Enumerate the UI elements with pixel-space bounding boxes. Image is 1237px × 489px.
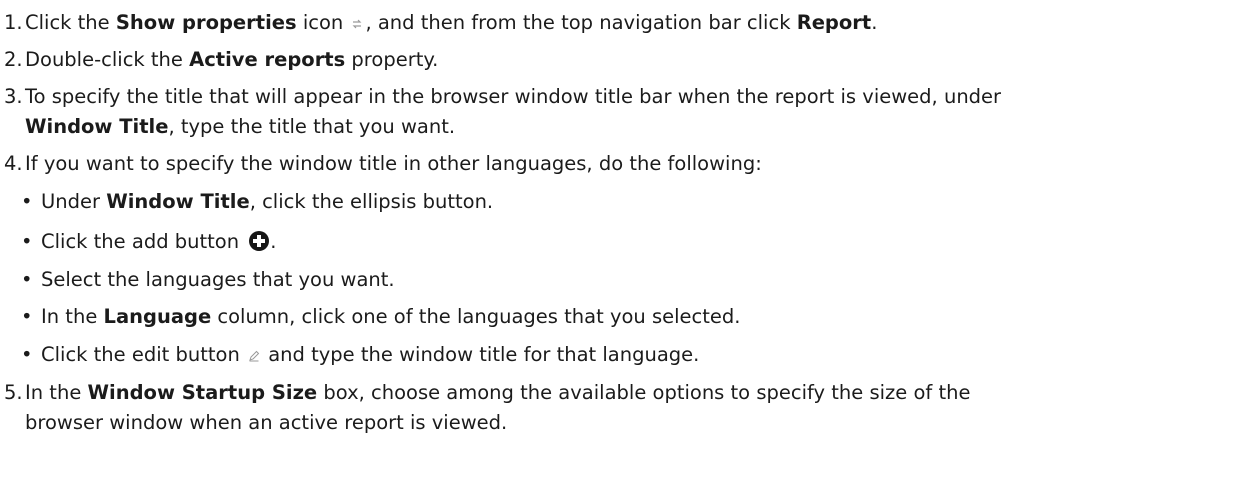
step-text: .: [871, 11, 878, 34]
substep-text: In the: [41, 305, 104, 328]
step-number: 3.: [4, 85, 23, 108]
step-3: 3. To specify the title that will appear …: [4, 82, 1229, 142]
ui-term-report: Report: [796, 11, 872, 34]
ui-term-show-properties: Show properties: [115, 11, 297, 34]
step-text: icon: [296, 11, 350, 34]
step-1: 1. Click the Show properties icon , and t…: [4, 8, 1229, 38]
step-text: Double-click the: [25, 48, 190, 71]
step-2: 2. Double-click the Active reports proper…: [4, 45, 1229, 75]
substep-1: • Under Window Title, click the ellipsis …: [21, 187, 493, 217]
substep-text: Select the languages that you want.: [41, 268, 395, 291]
step-number: 2.: [4, 48, 23, 71]
show-properties-icon: [353, 19, 362, 29]
substep-text: Click the edit button: [41, 343, 247, 366]
step-4: 4. If you want to specify the window titl…: [4, 149, 1229, 179]
step-number: 1.: [4, 11, 23, 34]
substep-5: • Click the edit button and type the wind…: [21, 340, 699, 370]
substep-text: Under: [41, 190, 107, 213]
step-5: 5. In the Window Startup Size box, choose…: [4, 378, 1229, 438]
bullet: •: [21, 305, 33, 328]
step-text: property.: [345, 48, 439, 71]
bullet: •: [21, 190, 33, 213]
bullet: •: [21, 343, 33, 366]
ui-term-window-title: Window Title: [25, 115, 169, 138]
ui-term-language: Language: [103, 305, 212, 328]
ui-term-window-startup-size: Window Startup Size: [87, 381, 318, 404]
substep-text: column, click one of the languages that …: [211, 305, 741, 328]
substep-text: Click the add button: [41, 230, 246, 253]
edit-icon: [249, 350, 260, 362]
substep-3: • Select the languages that you want.: [21, 265, 395, 295]
step-text: box, choose among the available options …: [317, 381, 971, 404]
substep-text: , click the ellipsis button.: [249, 190, 494, 213]
step-text: If you want to specify the window title …: [25, 152, 762, 175]
step-text: , type the title that you want.: [168, 115, 456, 138]
step-text: In the: [25, 381, 88, 404]
step-text: Click the: [25, 11, 116, 34]
step-number: 4.: [4, 152, 23, 175]
substep-4: • In the Language column, click one of th…: [21, 302, 740, 332]
substep-text: .: [270, 230, 277, 253]
bullet: •: [21, 268, 33, 291]
ui-term-active-reports: Active reports: [189, 48, 346, 71]
substep-2: • Click the add button .: [21, 227, 277, 257]
add-icon: [249, 231, 270, 251]
substep-text: and type the window title for that langu…: [262, 343, 700, 366]
bullet: •: [21, 230, 33, 253]
step-number: 5.: [4, 381, 23, 404]
step-text: , and then from the top navigation bar c…: [365, 11, 797, 34]
ui-term-window-title: Window Title: [106, 190, 250, 213]
step-text: browser window when an active report is …: [25, 411, 508, 434]
step-text: To specify the title that will appear in…: [25, 85, 1002, 108]
